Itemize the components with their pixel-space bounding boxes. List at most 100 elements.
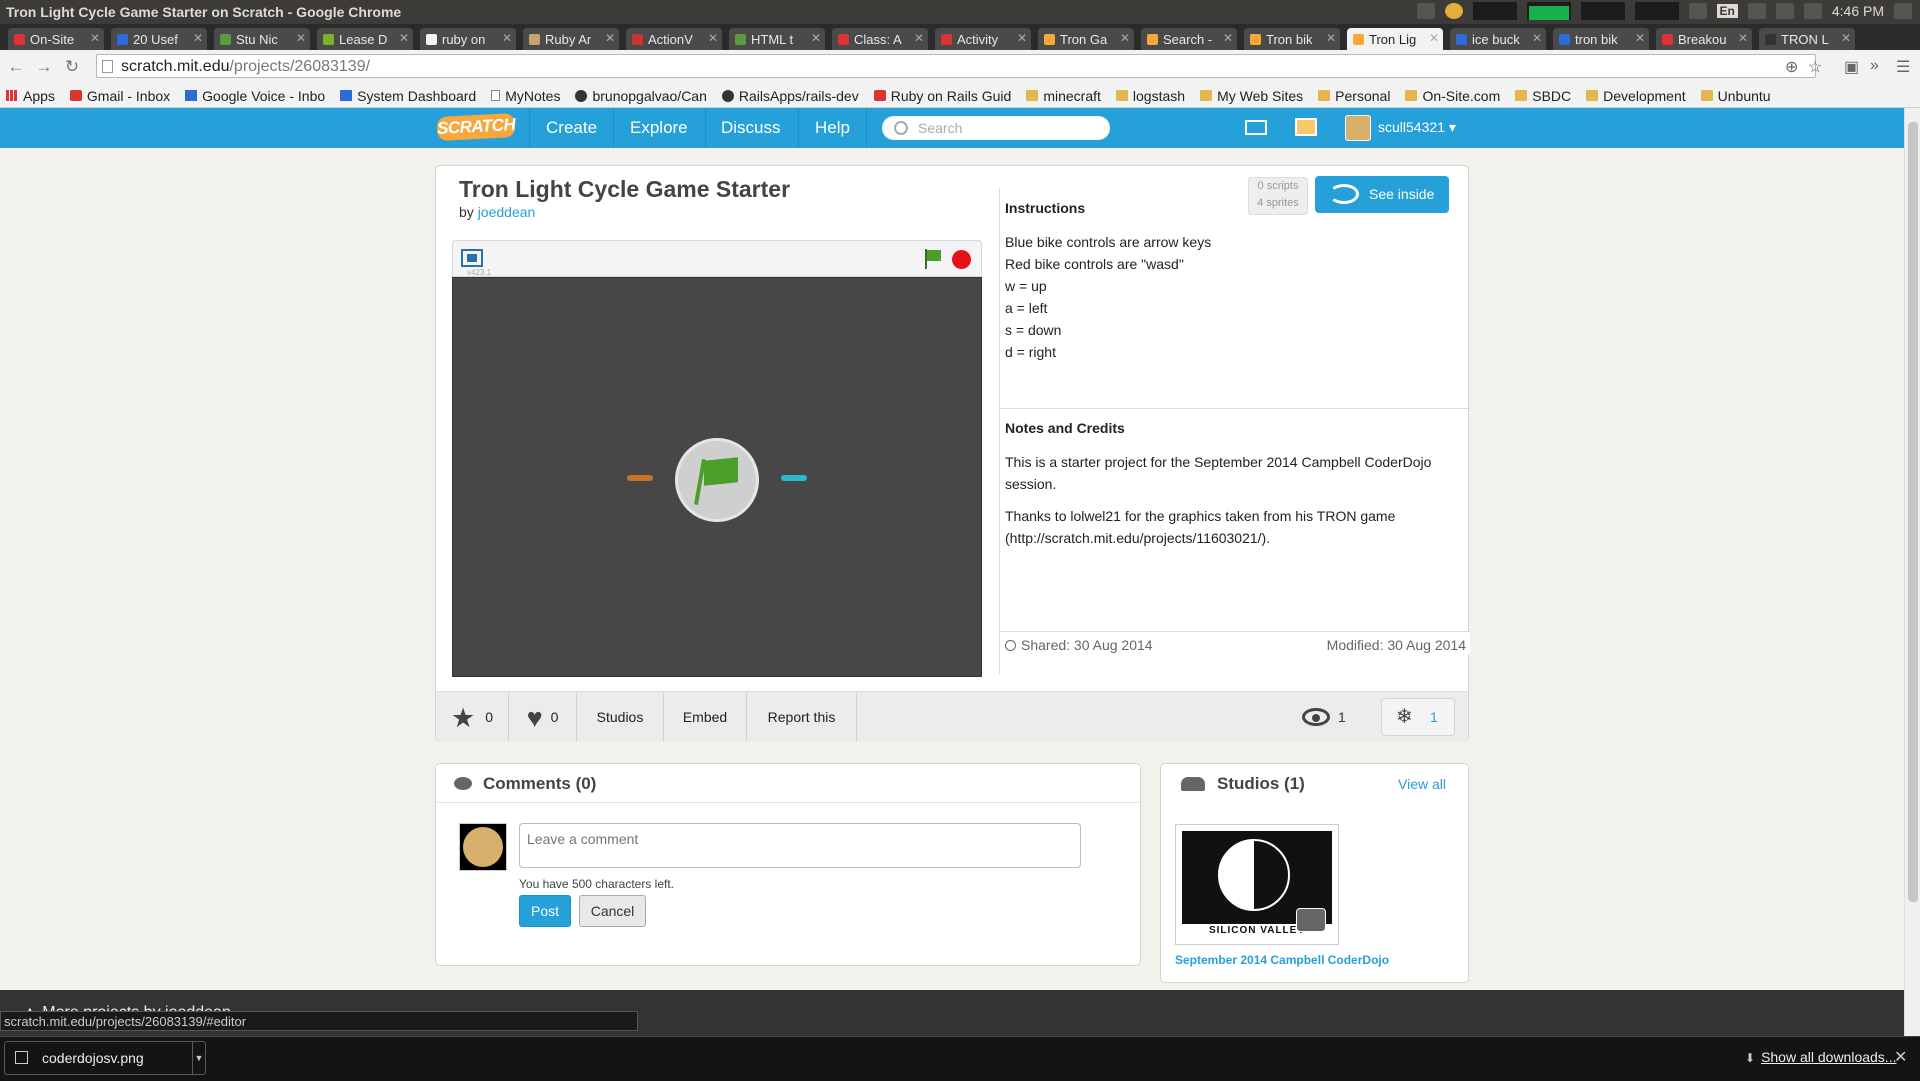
reload-icon[interactable]: ↻ bbox=[62, 57, 82, 77]
bluetooth-icon[interactable] bbox=[1747, 3, 1766, 19]
network-graph-icon[interactable] bbox=[1580, 2, 1625, 20]
show-all-downloads-link[interactable]: Show all downloads... bbox=[1745, 1049, 1896, 1065]
bookmark-item[interactable]: minecraft bbox=[1026, 88, 1101, 104]
love-button[interactable]: ♥ 0 bbox=[509, 692, 577, 742]
bookmark-item[interactable]: Gmail - Inbox bbox=[69, 88, 170, 104]
chevron-down-icon[interactable]: ▼ bbox=[192, 1042, 205, 1074]
view-all-link[interactable]: View all bbox=[1398, 776, 1446, 792]
search-input[interactable]: Search bbox=[882, 116, 1110, 140]
browser-tab[interactable]: Stu Nic ✕ bbox=[214, 28, 310, 50]
browser-tab[interactable]: ice buck ✕ bbox=[1450, 28, 1546, 50]
remix-tree-button[interactable]: ❄ 1 bbox=[1381, 698, 1455, 736]
bookmark-item[interactable]: RailsApps/rails-dev bbox=[721, 88, 859, 104]
fullscreen-icon[interactable] bbox=[461, 249, 483, 267]
bookmark-item[interactable]: Ruby on Rails Guid bbox=[873, 88, 1011, 104]
avatar[interactable] bbox=[1345, 115, 1371, 141]
studios-button[interactable]: Studios bbox=[577, 692, 664, 742]
bookmark-item[interactable]: Personal bbox=[1318, 88, 1390, 104]
close-icon[interactable]: ✕ bbox=[1532, 31, 1542, 45]
bookmark-item[interactable]: Unbuntu bbox=[1700, 88, 1771, 104]
my-stuff-icon[interactable] bbox=[1295, 118, 1317, 136]
nav-create[interactable]: Create bbox=[546, 118, 597, 138]
bookmark-item[interactable]: Google Voice - Inbo bbox=[185, 88, 325, 104]
close-icon[interactable]: ✕ bbox=[296, 31, 306, 45]
menu-icon[interactable]: ☰ bbox=[1896, 57, 1910, 77]
battery-icon[interactable] bbox=[1775, 3, 1794, 19]
back-arrow-icon[interactable]: ← bbox=[6, 57, 26, 77]
bookmark-item[interactable]: System Dashboard bbox=[340, 88, 476, 104]
gear-icon[interactable] bbox=[1894, 3, 1912, 19]
nav-explore[interactable]: Explore bbox=[630, 118, 688, 138]
extension-icon[interactable]: ▣ bbox=[1844, 57, 1859, 77]
comment-input[interactable] bbox=[519, 823, 1081, 868]
browser-tab[interactable]: Breakou ✕ bbox=[1656, 28, 1752, 50]
forward-arrow-icon[interactable]: → bbox=[34, 57, 54, 77]
browser-tab[interactable]: Search - ✕ bbox=[1141, 28, 1237, 50]
browser-tab[interactable]: Ruby Ar ✕ bbox=[523, 28, 619, 50]
chrome-icon[interactable] bbox=[1444, 3, 1463, 19]
close-icon[interactable]: ✕ bbox=[605, 31, 615, 45]
load-graph-icon[interactable] bbox=[1634, 2, 1679, 20]
bookmark-star-icon[interactable]: ☆ bbox=[1808, 57, 1822, 77]
bookmark-item[interactable]: MyNotes bbox=[491, 88, 560, 104]
scrollbar-thumb[interactable] bbox=[1908, 122, 1918, 902]
bookmark-item[interactable]: My Web Sites bbox=[1200, 88, 1303, 104]
username-menu[interactable]: scull54321 ▾ bbox=[1378, 119, 1456, 136]
close-icon[interactable]: ✕ bbox=[1635, 31, 1645, 45]
start-flag-button[interactable] bbox=[675, 438, 759, 522]
scratch-logo[interactable]: SCRATCH bbox=[436, 112, 516, 142]
cancel-button[interactable]: Cancel bbox=[579, 895, 646, 927]
browser-tab[interactable]: Lease D ✕ bbox=[317, 28, 413, 50]
close-icon[interactable]: ✕ bbox=[708, 31, 718, 45]
browser-tab[interactable]: TRON L ✕ bbox=[1759, 28, 1855, 50]
close-icon[interactable]: ✕ bbox=[1738, 31, 1748, 45]
report-button[interactable]: Report this bbox=[747, 692, 857, 742]
zoom-icon[interactable]: ⊕ bbox=[1785, 57, 1798, 77]
close-icon[interactable]: ✕ bbox=[914, 31, 924, 45]
close-icon[interactable]: ✕ bbox=[1326, 31, 1336, 45]
clock[interactable]: 4:46 PM bbox=[1832, 3, 1884, 19]
nav-help[interactable]: Help bbox=[815, 118, 850, 138]
bookmark-item[interactable]: On-Site.com bbox=[1405, 88, 1500, 104]
close-icon[interactable]: ✕ bbox=[1841, 31, 1851, 45]
page-scrollbar[interactable] bbox=[1904, 108, 1920, 1036]
keyboard-layout-indicator[interactable]: En bbox=[1716, 4, 1738, 18]
nav-discuss[interactable]: Discuss bbox=[721, 118, 781, 138]
close-icon[interactable]: ✕ bbox=[1017, 31, 1027, 45]
memory-indicator-icon[interactable] bbox=[1526, 2, 1571, 20]
browser-tab[interactable]: 20 Usef ✕ bbox=[111, 28, 207, 50]
close-icon[interactable]: ✕ bbox=[90, 31, 100, 45]
studio-thumbnail[interactable]: SILICON VALLEY bbox=[1175, 824, 1339, 945]
close-icon[interactable]: ✕ bbox=[811, 31, 821, 45]
cpu-indicator-icon[interactable] bbox=[1472, 2, 1517, 20]
bookmark-item[interactable]: Development bbox=[1586, 88, 1686, 104]
address-bar[interactable]: scratch.mit.edu/projects/26083139/ bbox=[96, 54, 1816, 78]
browser-tab[interactable]: Class: A ✕ bbox=[832, 28, 928, 50]
bookmark-item[interactable]: brunopgalvao/Can bbox=[575, 88, 707, 104]
browser-tab[interactable]: Activity ✕ bbox=[935, 28, 1031, 50]
studio-link[interactable]: September 2014 Campbell CoderDojo bbox=[1175, 953, 1389, 967]
download-item[interactable]: coderdojosv.png ▼ bbox=[4, 1041, 206, 1075]
author-link[interactable]: joeddean bbox=[478, 204, 536, 220]
green-flag-icon[interactable] bbox=[923, 249, 943, 269]
close-icon[interactable]: ✕ bbox=[193, 31, 203, 45]
browser-tab[interactable]: ruby on ✕ bbox=[420, 28, 516, 50]
browser-tab[interactable]: Tron bik ✕ bbox=[1244, 28, 1340, 50]
bookmark-item[interactable]: logstash bbox=[1115, 88, 1185, 104]
close-icon[interactable]: ✕ bbox=[399, 31, 409, 45]
embed-button[interactable]: Embed bbox=[664, 692, 747, 742]
browser-tab[interactable]: tron bik ✕ bbox=[1553, 28, 1649, 50]
browser-tab[interactable]: Tron Lig ✕ bbox=[1347, 28, 1443, 50]
browser-tab[interactable]: Tron Ga ✕ bbox=[1038, 28, 1134, 50]
volume-icon[interactable] bbox=[1803, 3, 1822, 19]
close-icon[interactable]: ✕ bbox=[1223, 31, 1233, 45]
browser-tab[interactable]: On-Site ✕ bbox=[8, 28, 104, 50]
close-icon[interactable]: ✕ bbox=[1120, 31, 1130, 45]
bookmark-item[interactable]: SBDC bbox=[1515, 88, 1571, 104]
close-icon[interactable]: ✕ bbox=[1894, 1047, 1907, 1067]
favorite-button[interactable]: ★ 0 bbox=[436, 692, 509, 742]
overflow-chevron-icon[interactable]: » bbox=[1870, 57, 1879, 75]
browser-tab[interactable]: ActionV ✕ bbox=[626, 28, 722, 50]
bookmark-item[interactable]: Apps bbox=[6, 88, 55, 104]
notification-icon[interactable] bbox=[1416, 3, 1435, 19]
